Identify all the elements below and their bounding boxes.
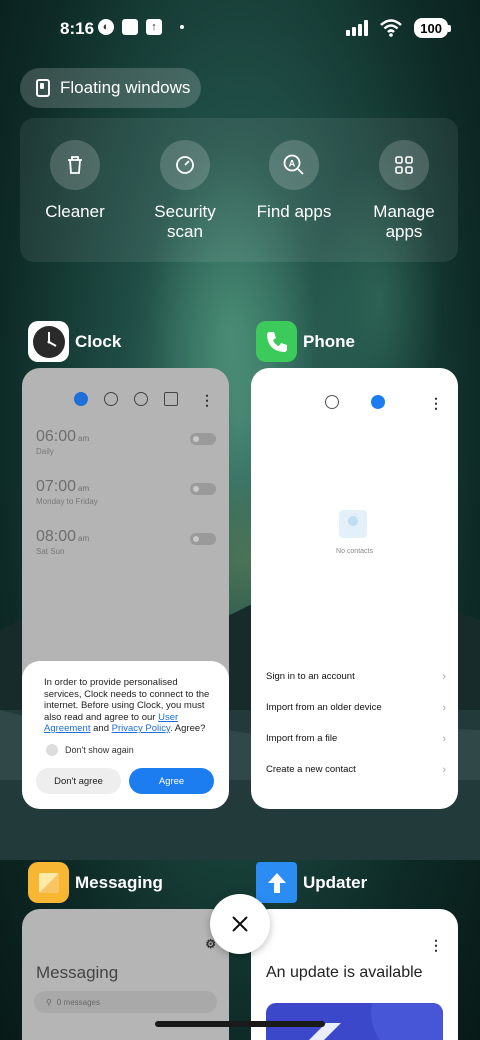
chevron-right-icon: › bbox=[442, 764, 446, 776]
contact-placeholder-icon bbox=[339, 510, 367, 538]
phone-app-icon bbox=[256, 321, 297, 362]
alarm-time: 07:00 bbox=[36, 478, 77, 495]
trash-icon bbox=[50, 140, 100, 190]
messaging-app-header[interactable]: Messaging bbox=[28, 862, 163, 903]
app-notification-icon: ◐ bbox=[98, 19, 114, 35]
battery-indicator: 100 bbox=[414, 18, 451, 38]
alarm-repeat: Monday to Friday bbox=[36, 497, 98, 506]
search-icon: ⚲ bbox=[46, 997, 52, 1007]
clock-app-title: Clock bbox=[75, 331, 122, 351]
more-options-icon[interactable]: ⋮ bbox=[200, 392, 214, 409]
find-apps-button[interactable]: A Find apps bbox=[239, 140, 349, 222]
recents-tab-icon[interactable] bbox=[325, 395, 339, 409]
phone-tabs bbox=[325, 395, 385, 409]
system-status-icons: 100 bbox=[346, 18, 451, 38]
cleaner-label: Cleaner bbox=[45, 202, 105, 221]
clock-app-card[interactable]: ⋮ 06:00 am Daily 07:00 am Monday to Friday… bbox=[22, 368, 229, 809]
search-app-icon: A bbox=[269, 140, 319, 190]
alarm-toggle[interactable] bbox=[190, 433, 216, 445]
alarm-time: 08:00 bbox=[36, 528, 77, 545]
chevron-right-icon: › bbox=[442, 733, 446, 745]
quick-tools-panel: Cleaner Security scan A Find apps Manage… bbox=[20, 118, 458, 262]
square-notification-icon bbox=[122, 19, 138, 35]
agree-button[interactable]: Agree bbox=[129, 768, 214, 794]
contacts-tab-icon[interactable] bbox=[371, 395, 385, 409]
messaging-app-icon bbox=[28, 862, 69, 903]
clock-tabs bbox=[74, 392, 178, 406]
alarm-item[interactable]: 06:00 am Daily bbox=[36, 428, 216, 456]
home-indicator[interactable] bbox=[155, 1021, 325, 1027]
chevron-right-icon: › bbox=[442, 702, 446, 714]
updater-app-title: Updater bbox=[303, 872, 368, 892]
alarm-ampm: am bbox=[78, 434, 90, 443]
status-time: 8:16 bbox=[60, 19, 95, 38]
import-file-item[interactable]: Import from a file › bbox=[266, 733, 446, 745]
consent-message: In order to provide personalised service… bbox=[44, 677, 210, 734]
clock-app-header[interactable]: Clock bbox=[28, 321, 121, 362]
security-scan-button[interactable]: Security scan bbox=[130, 140, 240, 242]
close-icon bbox=[232, 916, 248, 932]
alarm-toggle[interactable] bbox=[190, 533, 216, 545]
floating-windows-label: Floating windows bbox=[60, 78, 191, 97]
world-clock-tab-icon[interactable] bbox=[104, 392, 118, 406]
messaging-heading: Messaging bbox=[36, 963, 119, 982]
alarm-repeat: Daily bbox=[36, 447, 54, 456]
consent-dialog: In order to provide personalised service… bbox=[22, 661, 229, 809]
phone-app-header[interactable]: Phone bbox=[256, 321, 355, 362]
status-bar: 8:16 ◐ ↑ 100 bbox=[0, 0, 480, 56]
clear-all-button[interactable] bbox=[210, 894, 270, 954]
privacy-policy-link[interactable]: Privacy Policy bbox=[112, 723, 170, 734]
svg-text:A: A bbox=[289, 159, 296, 169]
update-available-heading: An update is available bbox=[266, 964, 423, 981]
timer-tab-icon[interactable] bbox=[164, 392, 178, 406]
grid-icon bbox=[379, 140, 429, 190]
phone-app-card[interactable]: ⋮ No contacts Sign in to an account › Imp… bbox=[251, 368, 458, 809]
chevron-right-icon: › bbox=[442, 671, 446, 683]
alarm-time: 06:00 bbox=[36, 428, 77, 445]
sign-in-account-item[interactable]: Sign in to an account › bbox=[266, 671, 446, 683]
messages-search-bar[interactable]: ⚲ 0 messages bbox=[34, 991, 217, 1013]
import-older-device-item[interactable]: Import from an older device › bbox=[266, 702, 446, 714]
more-options-icon[interactable]: ⋮ bbox=[429, 937, 443, 954]
updater-app-icon bbox=[256, 862, 297, 903]
more-notifications-icon bbox=[180, 25, 184, 29]
updater-app-header[interactable]: Updater bbox=[256, 862, 367, 903]
find-apps-label: Find apps bbox=[256, 202, 332, 221]
alarm-item[interactable]: 07:00 am Monday to Friday bbox=[36, 478, 216, 506]
manage-apps-button[interactable]: Manage apps bbox=[349, 140, 459, 242]
security-scan-label: Security scan bbox=[154, 202, 216, 241]
manage-apps-label: Manage apps bbox=[373, 202, 435, 241]
dont-show-label: Don't show again bbox=[65, 744, 134, 755]
alarm-tab-icon[interactable] bbox=[74, 392, 88, 406]
create-contact-item[interactable]: Create a new contact › bbox=[266, 764, 446, 776]
floating-windows-button[interactable]: Floating windows bbox=[20, 68, 201, 108]
signal-icon bbox=[346, 20, 369, 36]
alarm-ampm: am bbox=[78, 534, 90, 543]
notification-icons: ◐ ↑ bbox=[98, 19, 184, 35]
alarm-ampm: am bbox=[78, 484, 90, 493]
dont-show-again-option[interactable]: Don't show again bbox=[44, 743, 215, 756]
wifi-icon bbox=[380, 19, 403, 37]
dont-show-checkbox[interactable] bbox=[46, 743, 58, 756]
alarm-item[interactable]: 08:00 am Sat Sun bbox=[36, 528, 216, 556]
clock-app-icon bbox=[28, 321, 69, 362]
more-options-icon[interactable]: ⋮ bbox=[429, 395, 443, 412]
alarm-toggle[interactable] bbox=[190, 483, 216, 495]
stopwatch-tab-icon[interactable] bbox=[134, 392, 148, 406]
dont-agree-button[interactable]: Don't agree bbox=[36, 768, 121, 794]
no-contacts-text: No contacts bbox=[336, 548, 373, 555]
floating-window-icon bbox=[36, 79, 50, 97]
phone-app-title: Phone bbox=[303, 331, 355, 351]
search-placeholder: 0 messages bbox=[56, 997, 100, 1007]
alarm-repeat: Sat Sun bbox=[36, 547, 65, 556]
gauge-icon bbox=[160, 140, 210, 190]
cleaner-button[interactable]: Cleaner bbox=[20, 140, 130, 222]
upload-notification-icon: ↑ bbox=[146, 19, 162, 35]
messaging-app-title: Messaging bbox=[75, 872, 163, 892]
